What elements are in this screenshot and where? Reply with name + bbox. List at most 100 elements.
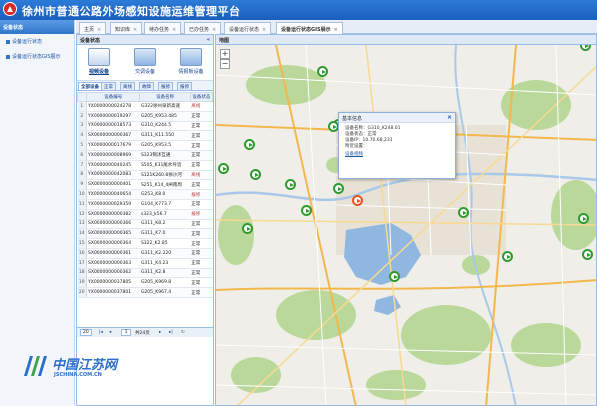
collapse-icon[interactable]: « [207,37,210,43]
table-row[interactable]: 7 YX0000000040245 S505_K31尾水导流 正常 [77,160,213,171]
device-id-cell: SX0000000000364 [86,238,140,249]
filter-offline[interactable]: 离线 [120,82,135,91]
device-marker[interactable] [582,249,593,260]
device-id-cell: YX0000000008969 [86,150,140,161]
col-device-status[interactable]: 设备状态 [189,92,214,102]
device-name-cell: G205_K953.5 [139,140,191,151]
close-icon[interactable]: × [334,27,338,33]
table-row[interactable]: 17 SX0000000000363 G311_K4.23 正常 [77,258,213,269]
device-status-cell: 正常 [190,258,213,269]
map-canvas[interactable] [216,45,597,406]
row-index: 17 [77,258,87,269]
panel-header: 设备状态 « [77,35,213,45]
device-marker[interactable] [333,183,344,194]
last-page-icon[interactable]: ▸| [169,330,173,335]
device-name-cell: G311_K4.23 [139,258,191,269]
table-row[interactable]: 19 YX0000000037805 G205_K969.8 正常 [77,277,213,289]
left-nav: 设备状态 设备运行状态 设备运行状态GIS展示 [0,20,75,406]
filter-normal[interactable]: 正常 [101,82,116,91]
tab-device-status[interactable]: 设备运行状态 × [224,22,272,34]
watermark-cn: 中国江苏网 [52,358,118,373]
first-page-icon[interactable]: |◂ [99,330,103,335]
table-row[interactable]: 8 YX0000000042083 S121K260.8徐沙河 离线 [77,170,213,181]
table-row[interactable]: 15 SX0000000000364 S322_K2.85 正常 [77,238,213,249]
table-row[interactable]: 14 SX0000000000365 G311_K7.0 正常 [77,228,213,240]
filter-repair[interactable]: 报修 [158,82,173,91]
table-row[interactable]: 4 SX0000000000367 G311_K11.550 正常 [77,130,213,142]
device-marker[interactable] [301,205,312,216]
page-number-input[interactable]: 1 [121,329,131,336]
device-marker[interactable] [242,223,253,234]
device-marker[interactable] [458,207,469,218]
button-label: 情报板设备 [178,69,204,75]
col-device-name[interactable]: 设备名称 [139,92,191,102]
table-row[interactable]: 12 SX0000000000382 s323_k56.7 报修 [77,209,213,220]
nav-item-device-gis[interactable]: 设备运行状态GIS展示 [0,49,74,64]
zoom-in-button[interactable]: + [220,49,230,59]
traffic-device-button[interactable]: 交调设备 [127,48,163,80]
page-size-select[interactable]: 20 [80,329,92,336]
table-row[interactable]: 1 YX0000000024278 G322徐州泉新高速 离线 [77,101,213,112]
table-row[interactable]: 11 YX0000000029359 G104_K773.7 正常 [77,199,213,210]
row-index: 6 [77,150,87,161]
device-marker[interactable] [250,169,261,180]
popup-title: 基本信息 [339,113,455,123]
selected-device-marker[interactable] [352,195,363,206]
left-nav-header: 设备状态 [0,20,74,34]
device-marker[interactable] [502,251,513,262]
video-device-button[interactable]: 视频设备 [81,48,117,80]
info-board-button[interactable]: 情报板设备 [173,48,209,80]
table-row[interactable]: 18 SX0000000000362 G311_K2.8 正常 [77,268,213,279]
table-row[interactable]: 9 SX0000000000401 S251_K14_4闸南周 正常 [77,179,213,191]
device-status-cell: 正常 [190,228,213,240]
tab-device-gis[interactable]: 设备运行状态GIS展示 × [276,22,343,34]
filter-all[interactable]: 全部设备 [78,82,102,91]
col-device-id[interactable]: 设备编号 [85,92,141,102]
close-icon[interactable]: × [262,27,266,33]
map-panel[interactable]: 地图 + − 基本信息 × 设备名称：G310_K248.01 设备状态：正常 … [215,34,597,406]
tab-done[interactable]: 已办任务 × [184,22,222,34]
device-status-cell: 正常 [190,160,213,171]
device-info-popup: 基本信息 × 设备名称：G310_K248.01 设备状态：正常 设备IP：10… [338,112,456,179]
device-marker[interactable] [285,179,296,190]
table-row[interactable]: 16 SX0000000000361 G311_K2.220 正常 [77,248,213,259]
refresh-icon[interactable]: ↻ [181,330,185,335]
device-table: 设备编号 设备名称 设备状态 1 YX0000000024278 G322徐州泉新高… [77,92,214,298]
close-icon[interactable]: × [97,27,101,33]
device-marker[interactable] [578,213,589,224]
device-video-link[interactable]: 设备视频 [345,152,449,158]
device-marker[interactable] [389,271,400,282]
filter-fault[interactable]: 故障 [139,82,154,91]
tab-knowledge[interactable]: 知识库 × [110,22,143,34]
table-row[interactable]: 6 YX0000000008969 S323铜沭互通 正常 [77,150,213,161]
device-name-cell: G322徐州泉新高速 [139,101,191,112]
device-status-cell: 正常 [190,219,213,230]
nav-item-device-status[interactable]: 设备运行状态 [0,34,74,49]
close-icon[interactable]: × [133,27,137,33]
next-page-icon[interactable]: ▸ [159,330,161,335]
device-status-cell: 正常 [190,199,213,210]
watermark-en: JSCHINA.COM.CN [54,372,102,378]
close-icon[interactable]: × [172,27,176,33]
device-id-cell: SX0000000000361 [86,248,140,259]
tab-label: 待办任务 [149,27,170,33]
table-row[interactable]: 13 SX0000000000366 G311_K8.2 正常 [77,219,213,230]
table-row[interactable]: 10 YX0000000040654 G253_K8.0 报修 [77,189,213,200]
device-name-cell: G311_K2.220 [139,248,191,259]
table-row[interactable]: 2 YX0000000019297 G205_K953.485 正常 [77,111,213,122]
zoom-out-button[interactable]: − [220,59,230,69]
close-icon[interactable]: × [212,27,216,33]
table-row[interactable]: 20 YX0000000037801 G205_K967.4 正常 [77,287,213,298]
popup-body: 设备名称：G310_K248.01 设备状态：正常 设备IP：10.70.68.… [339,123,455,161]
filter-stop[interactable]: 报停 [177,82,192,91]
table-row[interactable]: 3 YX0000000018573 G310_K244.5 正常 [77,121,213,132]
device-marker[interactable] [317,66,328,77]
device-type-buttons: 视频设备 交调设备 情报板设备 [77,45,213,81]
close-icon[interactable]: × [447,114,452,121]
tab-todo[interactable]: 待办任务 × [144,22,182,34]
tab-home[interactable]: 主页 × [79,22,107,34]
device-marker[interactable] [218,163,229,174]
table-row[interactable]: 5 YX0000000017679 G205_K953.5 正常 [77,140,213,151]
device-marker[interactable] [244,139,255,150]
prev-page-icon[interactable]: ◂ [109,330,111,335]
